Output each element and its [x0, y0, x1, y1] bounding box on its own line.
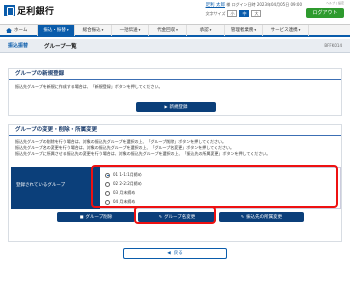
title-bar: 振込振替 グループ一覧 BFFK014 — [0, 39, 350, 53]
chevron-down-icon: ▾ — [138, 28, 141, 32]
edit-group-description: 振込先グループの削除を行う場合は、対象の振込先グループを選択の上、「グループ削除… — [15, 139, 271, 156]
chevron-down-icon: ▾ — [298, 28, 301, 32]
chevron-down-icon: ▾ — [101, 28, 104, 32]
back-button[interactable]: ◀ 戻る — [123, 248, 227, 259]
nav-admin[interactable]: 管理者業務▾ — [225, 25, 263, 36]
font-size-switcher: 文字サイズ 小 中 大 — [206, 10, 302, 17]
edit-group-heading: グループの変更・削除・所属変更 — [9, 125, 341, 136]
highlight-group-list — [91, 165, 338, 208]
nav-home[interactable]: ホーム — [0, 25, 38, 36]
group-delete-button[interactable]: ■ グループ削除 — [57, 212, 135, 222]
logout-button[interactable]: ログアウト — [306, 8, 344, 18]
trash-icon: ■ — [79, 214, 84, 219]
bank-logo-icon — [4, 5, 15, 16]
bank-logo-text: 足利銀行 — [17, 7, 55, 17]
highlight-rename-button — [134, 206, 216, 224]
nav-bulk-transfer[interactable]: 総合振込▾ — [75, 25, 112, 36]
chevron-down-icon: ▾ — [176, 28, 178, 32]
global-nav: ホーム 振込・振替▾ 総合振込▾ 一括伝送▾ 代金回収▾ 承認▾ 管理者業務▾ … — [0, 24, 350, 37]
breadcrumb: 振込振替 — [8, 43, 29, 49]
nav-service-link[interactable]: サービス連携▾ — [263, 25, 309, 36]
header: 足利銀行 ヘルプ | 設定 足利 太郎 様 ログイン日時 2023年04月05日… — [0, 0, 350, 24]
nav-transfer[interactable]: 振込・振替▾ — [38, 25, 75, 36]
screen-id: BFFK014 — [324, 43, 342, 48]
chevron-down-icon: ▾ — [254, 28, 257, 32]
plus-icon: ▶ — [164, 104, 168, 109]
page-title: グループ一覧 — [44, 44, 77, 50]
font-size-medium-button[interactable]: 中 — [239, 10, 250, 17]
font-size-small-button[interactable]: 小 — [227, 10, 238, 17]
nav-approval[interactable]: 承認▾ — [187, 25, 225, 36]
reassign-payee-button[interactable]: ✎ 振込先の所属変更 — [219, 212, 304, 222]
chevron-left-icon: ◀ — [167, 251, 171, 256]
chevron-down-icon: ▾ — [209, 28, 212, 32]
user-block: 足利 太郎 様 ログイン日時 2023年04月05日 09:00 文字サイズ 小… — [206, 2, 302, 17]
bank-logo[interactable]: 足利銀行 — [4, 4, 54, 17]
font-size-large-button[interactable]: 大 — [251, 10, 262, 17]
login-info: ログイン日時 2023年04月05日 09:00 — [231, 2, 302, 7]
nav-collection[interactable]: 代金回収▾ — [149, 25, 187, 36]
chevron-down-icon: ▾ — [66, 28, 69, 32]
new-group-panel: グループの新規登録 振込先グループを新規に作成する場合は、「新規登録」ボタンを押… — [8, 68, 342, 116]
user-name[interactable]: 足利 太郎 — [206, 3, 225, 8]
pencil-icon: ✎ — [240, 214, 245, 219]
font-size-label: 文字サイズ — [205, 10, 226, 16]
user-line: 足利 太郎 様 ログイン日時 2023年04月05日 09:00 — [206, 2, 302, 8]
home-icon — [6, 28, 12, 33]
nav-batch-transmit[interactable]: 一括伝送▾ — [112, 25, 149, 36]
user-suffix: 様 — [226, 2, 231, 7]
new-group-description: 振込先グループを新規に作成する場合は、「新規登録」ボタンを押してください。 — [15, 84, 163, 89]
new-register-button[interactable]: ▶ 新規登録 — [136, 102, 216, 112]
new-group-heading: グループの新規登録 — [9, 69, 341, 80]
group-select-label: 登録されているグループ — [11, 167, 100, 209]
help-links[interactable]: ヘルプ | 設定 — [326, 1, 344, 5]
